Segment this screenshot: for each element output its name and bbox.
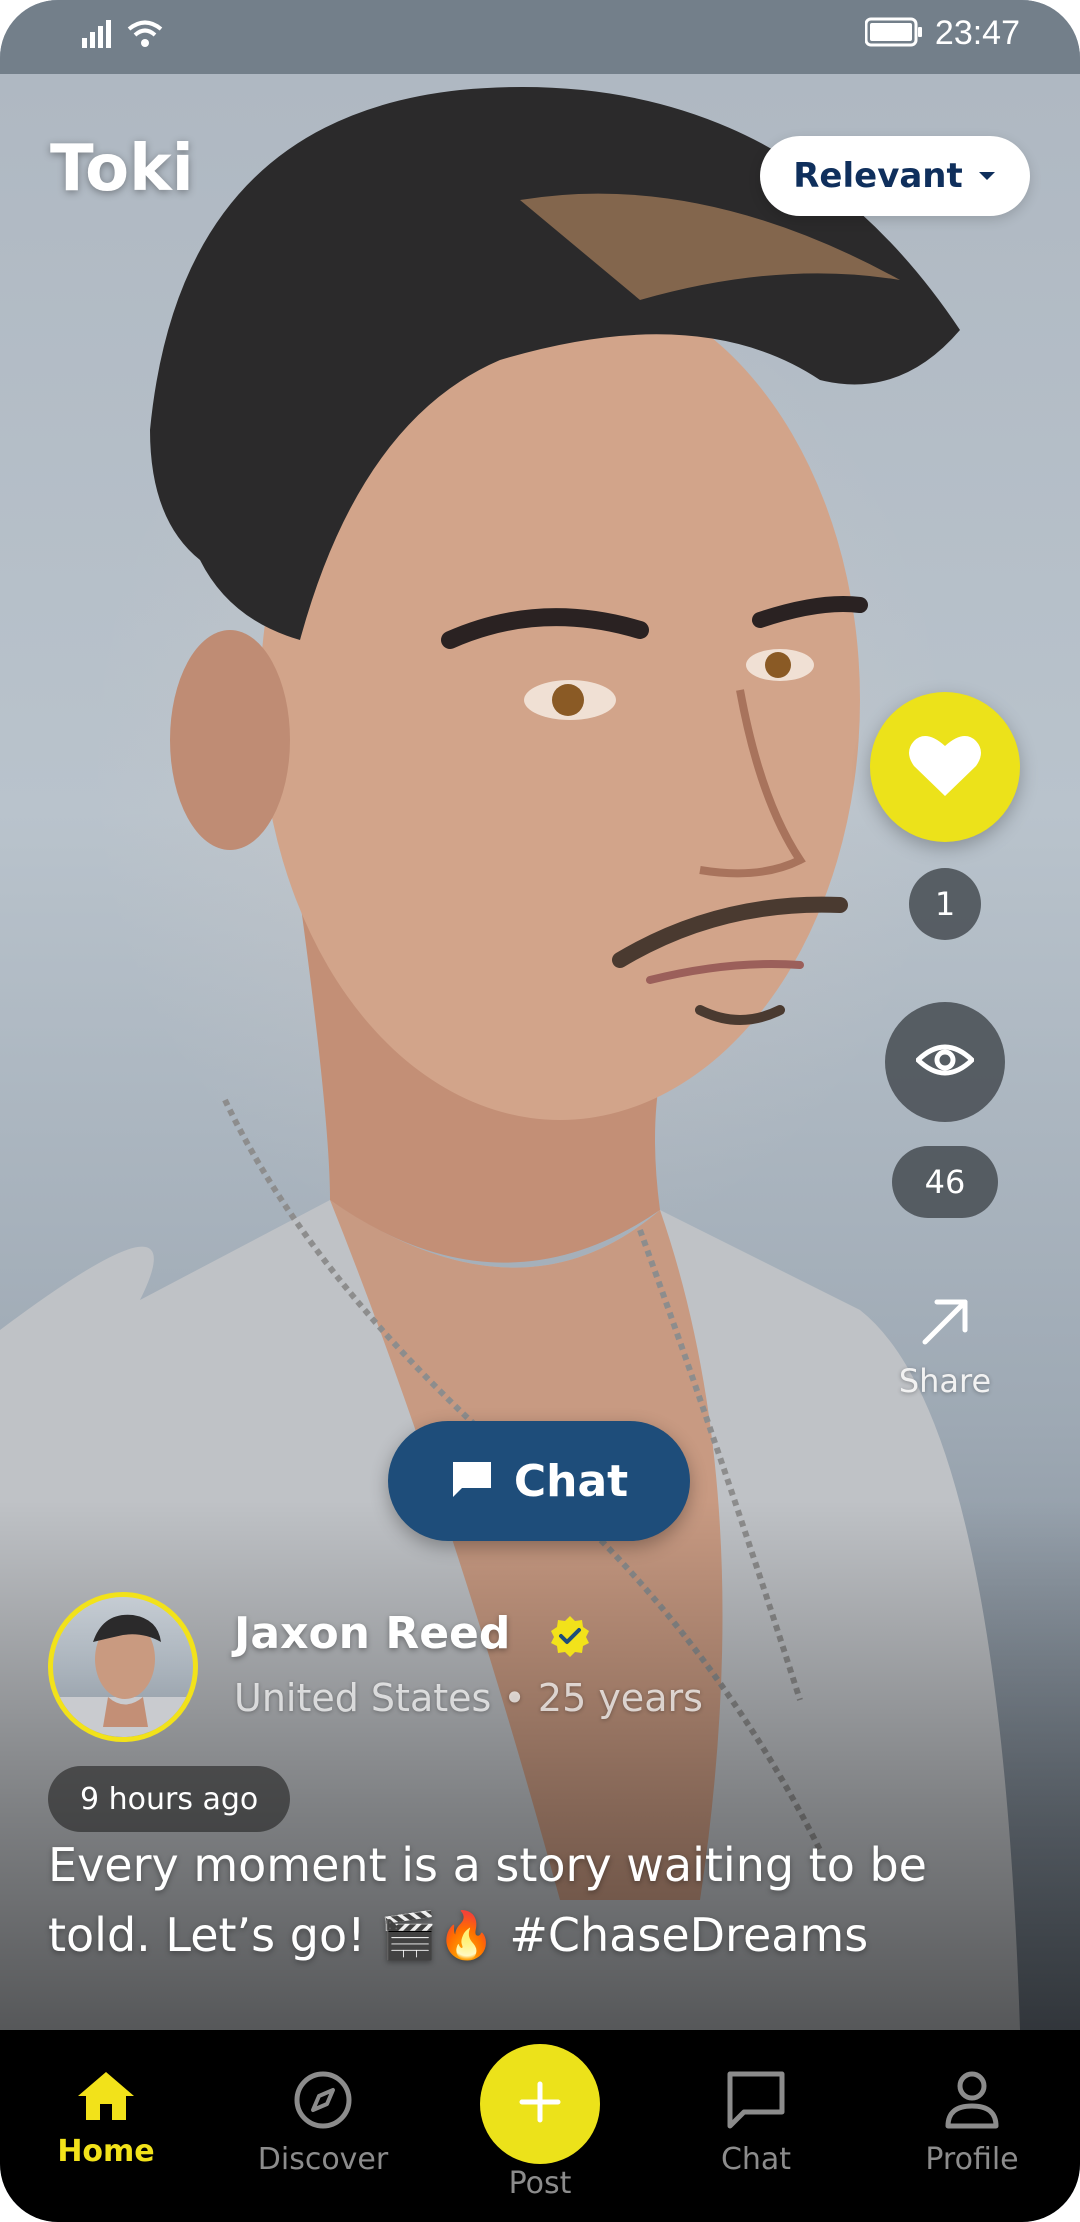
nav-chat-label: Chat <box>720 2142 792 2177</box>
signal-icon <box>82 18 116 52</box>
verified-badge-icon <box>548 1614 592 1662</box>
chat-button[interactable]: Chat <box>388 1421 690 1541</box>
eye-icon <box>914 1042 976 1082</box>
nav-post-button[interactable] <box>480 2044 600 2164</box>
nav-home-label: Home <box>57 2134 155 2169</box>
author-name[interactable]: Jaxon Reed <box>234 1608 510 1659</box>
heart-icon <box>908 732 982 802</box>
nav-discover-label: Discover <box>257 2142 389 2177</box>
nav-profile-label: Profile <box>925 2142 1019 2177</box>
chat-bubble-icon <box>450 1459 494 1503</box>
views-count: 46 <box>892 1146 998 1218</box>
clock: 23:47 <box>934 14 1020 52</box>
nav-post-label: Post <box>508 2166 572 2201</box>
nav-home[interactable]: Home <box>16 2070 196 2190</box>
wifi-icon <box>126 18 164 52</box>
avatar-image <box>53 1614 193 1737</box>
author-avatar[interactable] <box>48 1592 198 1742</box>
chevron-down-icon <box>977 167 997 186</box>
chat-icon <box>726 2070 786 2134</box>
share-button[interactable]: Share <box>875 1296 1015 1422</box>
nav-chat[interactable]: Chat <box>666 2070 846 2190</box>
battery-icon <box>864 17 923 51</box>
share-arrow-icon <box>919 1296 971 1352</box>
like-count: 1 <box>909 868 981 940</box>
compass-icon <box>293 2070 353 2134</box>
sort-dropdown[interactable]: Relevant <box>760 136 1030 216</box>
chat-button-label: Chat <box>513 1455 629 1507</box>
nav-profile[interactable]: Profile <box>882 2070 1062 2190</box>
author-meta: United States • 25 years <box>234 1676 703 1720</box>
share-label: Share <box>898 1362 992 1400</box>
post-time-badge: 9 hours ago <box>48 1766 291 1832</box>
plus-icon <box>518 2080 562 2128</box>
sort-label: Relevant <box>793 156 963 196</box>
like-button[interactable] <box>870 692 1020 842</box>
post-caption: Every moment is a story waiting to be to… <box>48 1838 927 1962</box>
app-title: Toki <box>50 132 194 206</box>
phone-screen: 23:47 Toki Relevant 1 46 Share Chat Jaxo… <box>0 0 1080 2222</box>
views-button[interactable] <box>885 1002 1005 1122</box>
profile-icon <box>944 2070 1000 2134</box>
status-bar: 23:47 <box>0 0 1080 74</box>
nav-discover[interactable]: Discover <box>233 2070 413 2190</box>
home-icon <box>76 2070 136 2126</box>
